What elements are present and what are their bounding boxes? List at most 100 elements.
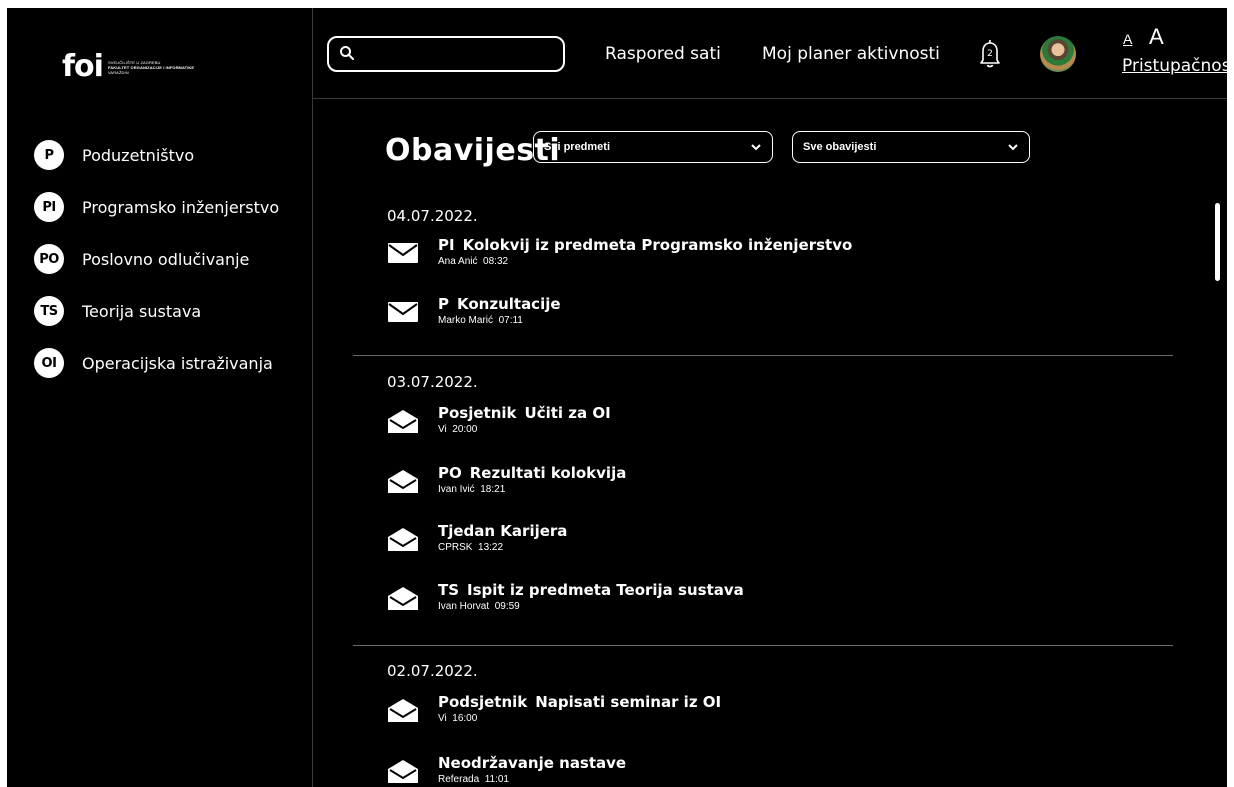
search-box[interactable] [327,36,565,72]
notification-subject: PI Kolokvij iz predmeta Programsko inženj… [438,236,852,254]
course-badge: PO [34,244,64,274]
course-badge: TS [34,296,64,326]
notification-author: Ivan Ivić [438,484,475,495]
notification-time: 08:32 [483,256,509,267]
notification-title: Učiti za OI [524,404,611,422]
notification-title: Rezultati kolokvija [469,464,627,482]
envelope-open-icon [388,410,418,433]
notification-subject: Tjedan Karijera [438,522,567,540]
top-bar: Raspored sati Moj planer aktivnosti 2 A … [313,8,1227,99]
course-name: Poslovno odlučivanje [82,249,250,269]
course-name: Operacijska istraživanja [82,353,273,373]
scrollbar-thumb[interactable] [1215,203,1220,281]
notification-time: 13:22 [478,542,504,553]
notification-subject: Posjetnik Učiti za OI [438,404,611,422]
envelope-open-icon [388,470,418,493]
course-name: Teorija sustava [82,301,202,321]
app-frame: foi SVEUČILIŠTE U ZAGREBU FAKULTET ORGAN… [7,8,1227,787]
notification-time: 11:01 [484,774,509,785]
envelope-closed-icon [388,243,418,263]
notification-tag: PI [438,236,455,254]
notification-author: Ana Anić [438,256,478,267]
envelope-open-icon [388,528,418,551]
sidebar-item-poduzetnistvo[interactable]: P Poduzetništvo [34,140,279,170]
logo-mark: foi [62,49,104,84]
notification-tag: PO [438,464,462,482]
notification-item[interactable]: Neodržavanje nastave Referada 11:01 [387,754,1087,787]
notification-meta: Referada 11:01 [438,774,509,785]
notification-subject: TS Ispit iz predmeta Teorija sustava [438,581,744,599]
subject-filter-value: Svi predmeti [544,141,611,153]
sidebar: foi SVEUČILIŠTE U ZAGREBU FAKULTET ORGAN… [7,8,313,787]
notification-meta: Marko Marić 07:11 [438,315,523,326]
envelope-open-icon [388,587,418,610]
notification-author: Referada [438,774,480,785]
font-decrease-button[interactable]: A [1123,31,1132,47]
notification-meta: Ivan Ivić 18:21 [438,484,505,495]
notification-item[interactable]: Tjedan Karijera CPRSK 13:22 [387,522,1087,562]
course-badge: PI [34,192,64,222]
notification-item[interactable]: PO Rezultati kolokvija Ivan Ivić 18:21 [387,464,1087,504]
search-icon [340,46,354,60]
notification-author: CPRSK [438,542,473,553]
notification-time: 16:00 [452,713,478,724]
notification-title: Napisati seminar iz OI [535,693,722,711]
notification-item[interactable]: Posjetnik Učiti za OI Vi 20:00 [387,404,1087,444]
notification-time: 07:11 [498,315,523,326]
date-label: 02.07.2022. [387,662,478,680]
bell-icon[interactable]: 2 [977,38,1005,70]
notification-item[interactable]: Podsjetnik Napisati seminar iz OI Vi 16:0… [387,693,1087,733]
notification-item[interactable]: P Konzultacije Marko Marić 07:11 [387,295,1087,335]
notification-author: Ivan Horvat [438,601,490,612]
notification-title: Kolokvij iz predmeta Programsko inženjer… [462,236,853,254]
notification-time: 20:00 [452,424,478,435]
group-divider [353,355,1173,356]
notification-meta: Vi 20:00 [438,424,477,435]
notification-subject: P Konzultacije [438,295,561,313]
date-label: 04.07.2022. [387,207,478,225]
notification-title: Neodržavanje nastave [438,754,627,772]
sidebar-item-teorija-sustava[interactable]: TS Teorija sustava [34,296,279,326]
logo-text: SVEUČILIŠTE U ZAGREBU FAKULTET ORGANIZAC… [108,60,194,75]
logo-line-3: VARAŽDIN [107,69,129,75]
nav-schedule-link[interactable]: Raspored sati [605,44,721,64]
foi-logo[interactable]: foi SVEUČILIŠTE U ZAGREBU FAKULTET ORGAN… [62,52,194,82]
course-list: P Poduzetništvo PI Programsko inženjerst… [34,140,279,400]
notification-filter-select[interactable]: Sve obavijesti [792,131,1030,163]
search-input[interactable] [359,42,558,68]
notification-time: 18:21 [480,484,506,495]
notification-item[interactable]: TS Ispit iz predmeta Teorija sustava Ivan… [387,581,1087,621]
course-name: Programsko inženjerstvo [82,197,280,217]
notification-title: Tjedan Karijera [438,522,568,540]
sidebar-item-operacijska-istrazivanja[interactable]: OI Operacijska istraživanja [34,348,279,378]
chevron-down-icon [1008,144,1018,151]
course-badge: P [34,140,64,170]
notification-count: 2 [987,49,993,59]
sidebar-item-programsko-inzenjerstvo[interactable]: PI Programsko inženjerstvo [34,192,279,222]
notification-meta: Ana Anić 08:32 [438,256,508,267]
notification-author: Marko Marić [438,315,494,326]
notification-item[interactable]: PI Kolokvij iz predmeta Programsko inženj… [387,236,1087,276]
notification-author: Vi [438,424,447,435]
accessibility-link[interactable]: Pristupačnost [1122,56,1227,76]
course-badge: OI [34,348,64,378]
date-label: 03.07.2022. [387,373,478,391]
nav-planner-link[interactable]: Moj planer aktivnosti [762,44,940,64]
avatar[interactable] [1040,36,1076,72]
notification-title: Konzultacije [457,295,561,313]
notification-author: Vi [438,713,447,724]
notification-subject: Neodržavanje nastave [438,754,626,772]
envelope-open-icon [388,699,418,722]
notification-meta: CPRSK 13:22 [438,542,503,553]
notification-subject: PO Rezultati kolokvija [438,464,626,482]
chevron-down-icon [751,144,761,151]
notification-meta: Ivan Horvat 09:59 [438,601,520,612]
sidebar-item-poslovno-odlucivanje[interactable]: PO Poslovno odlučivanje [34,244,279,274]
notifications-panel: Obavijesti Svi predmeti Sve obavijesti 0… [313,99,1227,787]
font-increase-button[interactable]: A [1149,24,1164,50]
notification-filter-value: Sve obavijesti [803,141,877,153]
subject-filter-select[interactable]: Svi predmeti [533,131,773,163]
notification-tag: Podsjetnik [438,693,528,711]
notification-tag: TS [438,581,460,599]
notification-tag: P [438,295,449,313]
